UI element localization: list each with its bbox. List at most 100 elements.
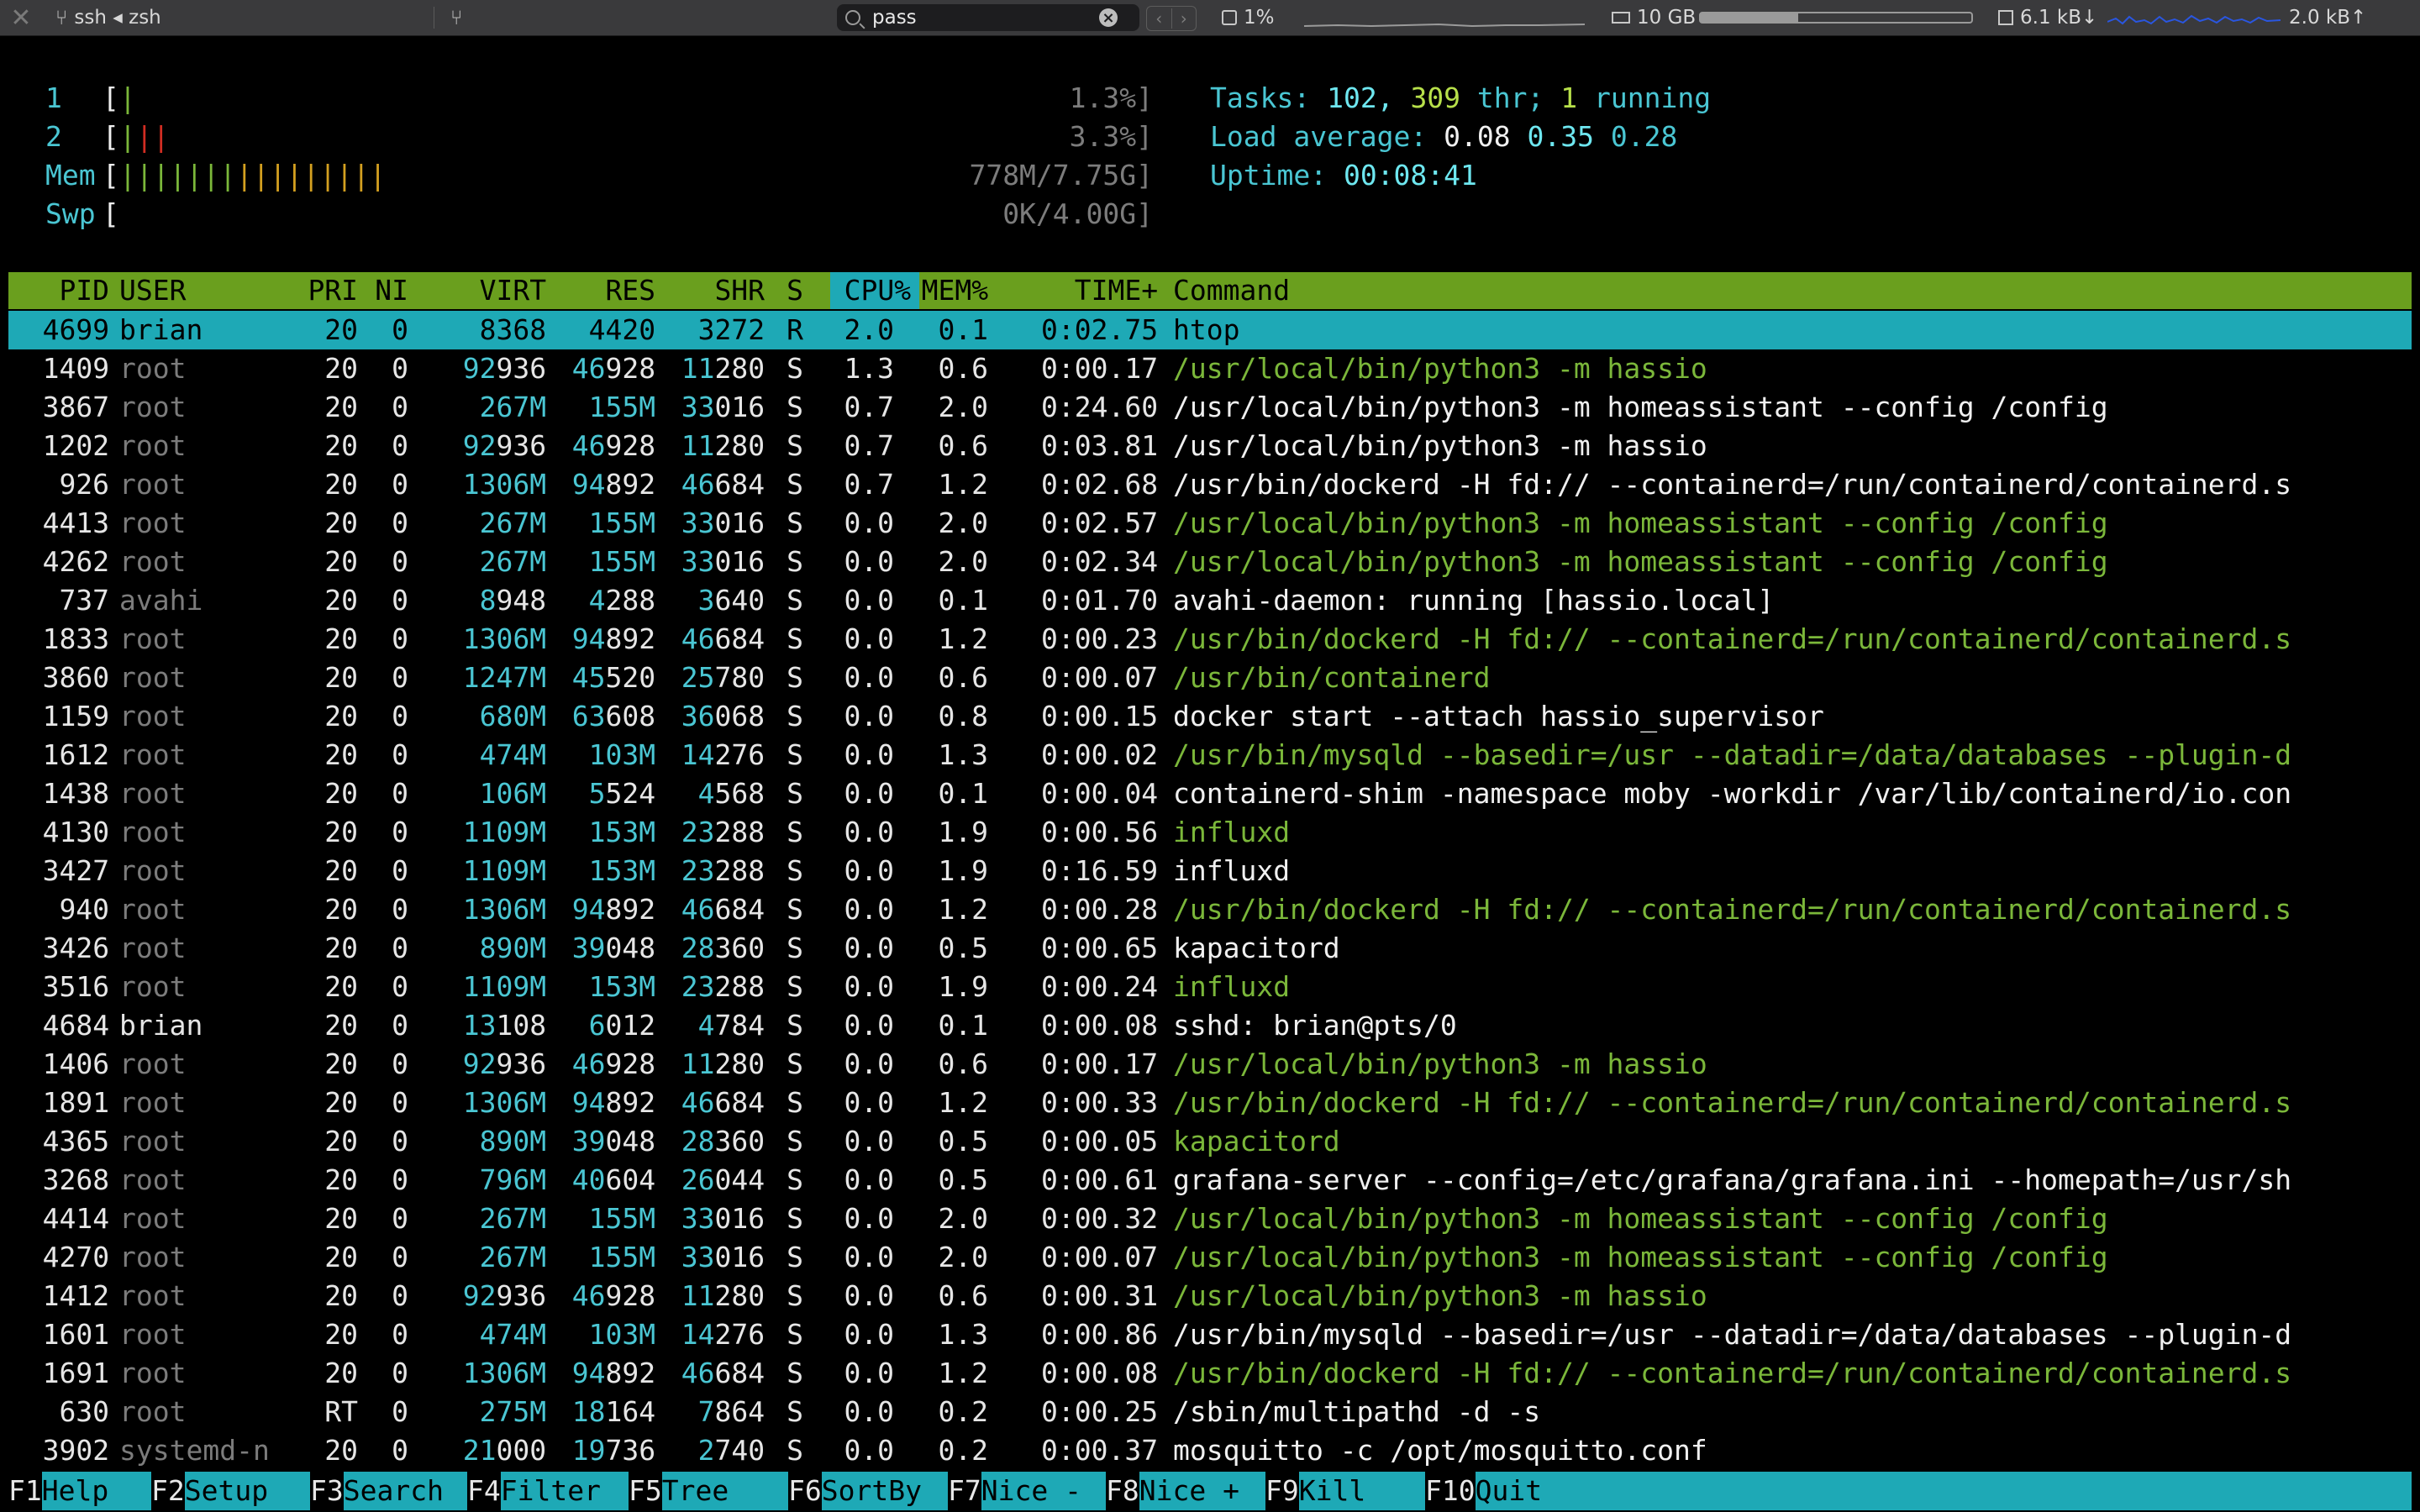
meter-bracket: [ <box>103 197 119 230</box>
column-header-time[interactable]: TIME+ <box>1075 272 1158 309</box>
table-row[interactable]: 1891 root 20 0 1306M 94892 46684 S 0.0 1.2 0:00.33… <box>8 1084 2412 1122</box>
table-row[interactable]: 4684 brian 20 0 13108 6012 4784 S 0.0 0.1 0:00.08 s… <box>8 1006 2412 1045</box>
meter-bar-segment: | <box>152 159 170 192</box>
column-header-cpu[interactable]: CPU% <box>844 272 911 309</box>
column-header-state[interactable]: S <box>786 272 803 309</box>
table-row[interactable]: 4365 root 20 0 890M 39048 28360 S 0.0 0.5 0:00.05 k… <box>8 1122 2412 1161</box>
fkey-f3[interactable]: F3Search <box>310 1472 468 1510</box>
mem-label: Mem <box>45 159 96 192</box>
cell-shr: 46684 <box>681 1086 765 1119</box>
search-input[interactable] <box>872 7 1099 29</box>
cell-state: S <box>786 1241 804 1273</box>
cell-cpu: 0.0 <box>844 816 895 848</box>
cell-cpu: 0.7 <box>844 429 895 462</box>
column-header-command[interactable]: Command <box>1173 272 1290 309</box>
cell-cpu: 0.0 <box>844 1125 895 1158</box>
cell-user: root <box>119 545 187 578</box>
column-header-mem[interactable]: MEM% <box>922 272 988 309</box>
network-down-text: 6.1 kB↓ <box>2020 7 2098 29</box>
table-row-selected[interactable]: 4699 brian 20 0 8368 4420 3272 R 2.0 0.1 0:02.75 ht… <box>8 311 2412 349</box>
branch-icon: ⑂ <box>55 6 68 29</box>
table-row[interactable]: 630 root RT 0 275M 18164 7864 S 0.0 0.2 0:00.25/sb… <box>8 1393 2412 1431</box>
table-row[interactable]: 4413 root 20 0 267M 155M 33016 S 0.0 2.0 0:02.57/u… <box>8 504 2412 543</box>
column-header-virt[interactable]: VIRT <box>480 272 546 309</box>
cell-mem: 1.3 <box>938 1318 989 1351</box>
meter-bar-segment: | <box>302 159 320 192</box>
cell-priority: 20 <box>324 893 359 926</box>
table-row[interactable]: 940 root 20 0 1306M 94892 46684 S 0.0 1.2 0:00.28 /… <box>8 890 2412 929</box>
cell-user: root <box>119 1357 187 1389</box>
tab-second[interactable]: ⑂ <box>450 0 462 35</box>
cell-user: systemd-n <box>119 1434 270 1467</box>
cell-pid: 4270 <box>42 1241 110 1273</box>
table-row[interactable]: 737 avahi 20 0 8948 4288 3640 S 0.0 0.1 0:01.70 ava… <box>8 581 2412 620</box>
column-header-res[interactable]: RES <box>605 272 655 309</box>
fkey-f9[interactable]: F9Kill <box>1265 1472 1426 1510</box>
column-header-shr[interactable]: SHR <box>714 272 765 309</box>
tab-ssh-zsh[interactable]: ⑂ ssh ◂ zsh <box>55 0 161 35</box>
table-row[interactable]: 4262 root 20 0 267M 155M 33016 S 0.0 2.0 0:02.34/u… <box>8 543 2412 581</box>
search-nav-buttons: ‹ › <box>1146 6 1197 31</box>
table-row[interactable]: 1412 root 20 0 92936 46928 11280 S 0.0 0.6 0:00.31… <box>8 1277 2412 1315</box>
search-field[interactable]: × <box>837 4 1139 31</box>
table-row[interactable]: 1691 root 20 0 1306M 94892 46684 S 0.0 1.2 0:00.08… <box>8 1354 2412 1393</box>
table-row[interactable]: 1612 root 20 0 474M 103M 14276 S 0.0 1.3 0:00.02/u… <box>8 736 2412 774</box>
table-row[interactable]: 3268 root 20 0 796M 40604 26044 S 0.0 0.5 0:00.61 g… <box>8 1161 2412 1200</box>
meter-bar-segment: | <box>203 159 220 192</box>
column-header-priority[interactable]: PRI <box>308 272 358 309</box>
table-row[interactable]: 4414 root 20 0 267M 155M 33016 S 0.0 2.0 0:00.32/u… <box>8 1200 2412 1238</box>
cell-time: 0:00.04 <box>1041 777 1159 810</box>
cell-nice: 0 <box>392 932 409 964</box>
function-key-bar: F1Help F2Setup F3Search F4Filter F5Tree F6… <box>8 1472 2412 1510</box>
table-row[interactable]: 3516 root 20 0 1109M 153M 23288 S 0.0 1.9 0:00.24 i… <box>8 968 2412 1006</box>
fkey-f7[interactable]: F7Nice - <box>948 1472 1107 1510</box>
cell-mem: 0.2 <box>938 1434 989 1467</box>
cell-priority: 20 <box>324 854 359 887</box>
swap-value: 0K/4.00G] <box>1002 197 1153 230</box>
clear-search-icon[interactable]: × <box>1099 8 1118 27</box>
table-row[interactable]: 3902 systemd-n 20 0 21000 19736 2740 S 0.0 0.2 0:0… <box>8 1431 2412 1470</box>
table-row[interactable]: 1438 root 20 0 106M 5524 4568 S 0.0 0.1 0:00.04 con… <box>8 774 2412 813</box>
table-row[interactable]: 1601 root 20 0 474M 103M 14276 S 0.0 1.3 0:00.86/u… <box>8 1315 2412 1354</box>
table-row[interactable]: 4270 root 20 0 267M 155M 33016 S 0.0 2.0 0:00.07/u… <box>8 1238 2412 1277</box>
load-5min: 0.35 <box>1527 120 1594 153</box>
table-row[interactable]: 1406 root 20 0 92936 46928 11280 S 0.0 0.6 0:00.17… <box>8 1045 2412 1084</box>
column-header-user[interactable]: USER <box>119 272 186 309</box>
fkey-f1[interactable]: F1Help <box>8 1472 152 1510</box>
table-row[interactable]: 3860 root 20 0 1247M 45520 25780 S 0.0 0.6 0:00.07… <box>8 659 2412 697</box>
cell-mem: 2.0 <box>938 1202 989 1235</box>
fkey-f4[interactable]: F4Filter <box>467 1472 629 1510</box>
fkey-f6[interactable]: F6SortBy <box>788 1472 949 1510</box>
table-row[interactable]: 1833 root 20 0 1306M 94892 46684 S 0.0 1.2 0:00.23… <box>8 620 2412 659</box>
fkey-f10[interactable]: F10Quit <box>1425 1472 2412 1510</box>
table-row[interactable]: 1409 root 20 0 92936 46928 11280 S 1.3 0.6 0:00.17… <box>8 349 2412 388</box>
cell-command: docker start --attach hassio_supervisor <box>1173 700 1824 732</box>
cell-virt: 106M <box>479 777 547 810</box>
table-row[interactable]: 4130 root 20 0 1109M 153M 23288 S 0.0 1.9 0:00.56 i… <box>8 813 2412 852</box>
table-row[interactable]: 3427 root 20 0 1109M 153M 23288 S 0.0 1.9 0:16.59 i… <box>8 852 2412 890</box>
table-row[interactable]: 1202 root 20 0 92936 46928 11280 S 0.7 0.6 0:03.81… <box>8 427 2412 465</box>
cell-shr: 33016 <box>681 507 765 539</box>
previous-match-button[interactable]: ‹ <box>1147 8 1171 29</box>
table-row[interactable]: 926 root 20 0 1306M 94892 46684 S 0.7 1.2 0:02.68 /… <box>8 465 2412 504</box>
column-header-nice[interactable]: NI <box>375 272 408 309</box>
cell-user: root <box>119 700 187 732</box>
cell-state: S <box>786 391 804 423</box>
fkey-f8[interactable]: F8Nice + <box>1106 1472 1266 1510</box>
table-row[interactable]: 1159 root 20 0 680M 63608 36068 S 0.0 0.8 0:00.15 d… <box>8 697 2412 736</box>
cell-virt: 92936 <box>462 1279 547 1312</box>
fkey-f2[interactable]: F2Setup <box>151 1472 311 1510</box>
column-header-pid[interactable]: PID <box>59 272 109 309</box>
cell-pid: 4684 <box>42 1009 110 1042</box>
table-row[interactable]: 3426 root 20 0 890M 39048 28360 S 0.0 0.5 0:00.65 k… <box>8 929 2412 968</box>
next-match-button[interactable]: › <box>1171 8 1197 29</box>
cell-command: /usr/local/bin/python3 -m hassio <box>1173 429 1707 462</box>
fkey-f5[interactable]: F5Tree <box>629 1472 789 1510</box>
table-row[interactable]: 3867 root 20 0 267M 155M 33016 S 0.7 2.0 0:24.60/u… <box>8 388 2412 427</box>
meter-bar-segment: | <box>252 159 270 192</box>
close-tab-icon[interactable]: ✕ <box>8 0 34 35</box>
cell-time: 0:00.08 <box>1041 1009 1159 1042</box>
cell-shr: 33016 <box>681 1241 765 1273</box>
meter-bar-segment: | <box>119 81 136 114</box>
cell-state: S <box>786 854 804 887</box>
